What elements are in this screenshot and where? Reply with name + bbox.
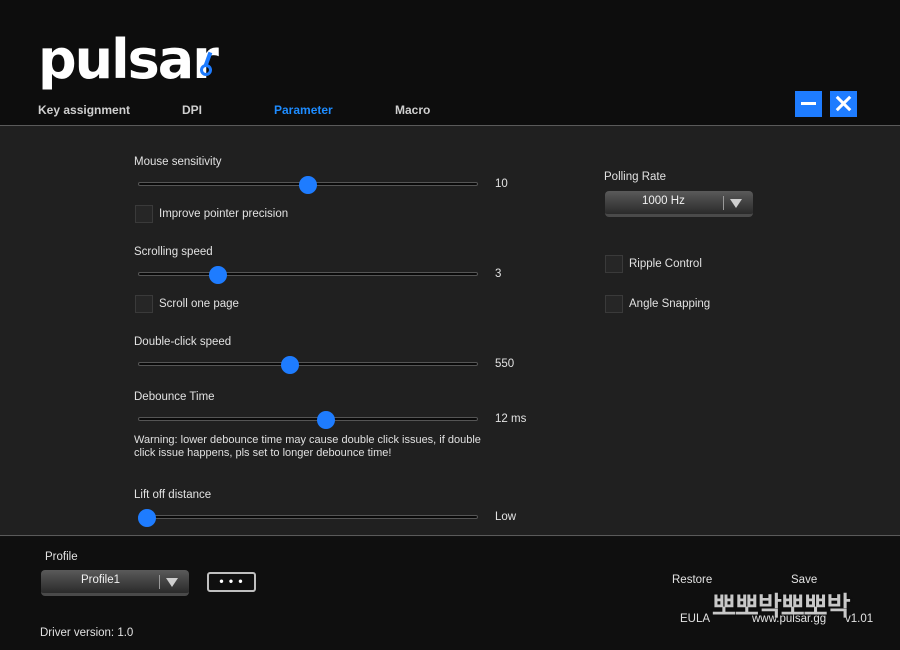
mouse-sensitivity-value: 10 [495, 178, 508, 190]
debounce-time-slider[interactable] [138, 411, 478, 429]
driver-version-text: Driver version: 1.0 [40, 627, 134, 639]
tab-key-assignment[interactable]: Key assignment [38, 103, 130, 117]
improve-pointer-precision-checkbox[interactable] [135, 205, 153, 223]
watermark: 뽀뽀박뽀뽀박 [712, 592, 851, 622]
minimize-button[interactable] [795, 91, 822, 117]
footer-divider [0, 535, 900, 536]
ripple-control-checkbox[interactable] [605, 255, 623, 273]
chevron-down-icon [166, 578, 178, 587]
tab-macro[interactable]: Macro [395, 103, 430, 117]
scrolling-speed-value: 3 [495, 268, 502, 280]
scrolling-speed-label: Scrolling speed [134, 246, 213, 258]
eula-link[interactable]: EULA [680, 613, 710, 625]
save-button[interactable]: Save [791, 574, 817, 586]
lift-off-distance-thumb[interactable] [138, 509, 157, 527]
mouse-sensitivity-thumb[interactable] [299, 176, 317, 194]
double-click-speed-label: Double-click speed [134, 336, 232, 348]
polling-rate-label: Polling Rate [604, 171, 667, 183]
polling-rate-dropdown[interactable]: 1000 Hz [605, 191, 753, 217]
angle-snapping-label: Angle Snapping [629, 298, 711, 310]
scroll-one-page-checkbox[interactable] [135, 295, 153, 313]
header: pulsar Key assignment DPI Parameter Macr… [0, 0, 900, 125]
lift-off-distance-slider[interactable] [138, 509, 478, 527]
lift-off-distance-value: Low [495, 511, 517, 523]
chevron-down-icon [730, 199, 742, 208]
tab-parameter[interactable]: Parameter [274, 103, 333, 117]
profile-dropdown[interactable]: Profile1 [41, 570, 189, 596]
profile-more-button[interactable]: • • • [207, 572, 256, 592]
double-click-speed-slider[interactable] [138, 356, 478, 374]
double-click-speed-thumb[interactable] [281, 356, 300, 374]
debounce-time-label: Debounce Time [134, 391, 215, 403]
debounce-warning-text: Warning: lower debounce time may cause d… [134, 434, 481, 459]
tab-dpi[interactable]: DPI [182, 103, 202, 117]
double-click-speed-value: 550 [495, 358, 515, 370]
debounce-time-thumb[interactable] [316, 411, 335, 429]
restore-button[interactable]: Restore [672, 574, 712, 586]
parameter-panel [0, 126, 900, 535]
mouse-sensitivity-slider[interactable] [138, 176, 478, 194]
lift-off-distance-label: Lift off distance [134, 489, 212, 501]
angle-snapping-checkbox[interactable] [605, 295, 623, 313]
debounce-time-value: 12 ms [495, 413, 527, 425]
mouse-sensitivity-label: Mouse sensitivity [134, 156, 222, 168]
ripple-control-label: Ripple Control [629, 258, 702, 270]
improve-pointer-precision-label: Improve pointer precision [159, 208, 289, 220]
scrolling-speed-slider[interactable] [138, 266, 478, 284]
close-button[interactable] [830, 91, 857, 117]
pulsar-logo: pulsar [38, 28, 219, 91]
minimize-icon [801, 102, 816, 105]
logo-dot-icon [200, 64, 212, 76]
profile-value: Profile1 [81, 574, 120, 586]
polling-rate-value: 1000 Hz [642, 195, 685, 207]
scroll-one-page-label: Scroll one page [159, 298, 239, 310]
profile-label: Profile [45, 551, 78, 563]
